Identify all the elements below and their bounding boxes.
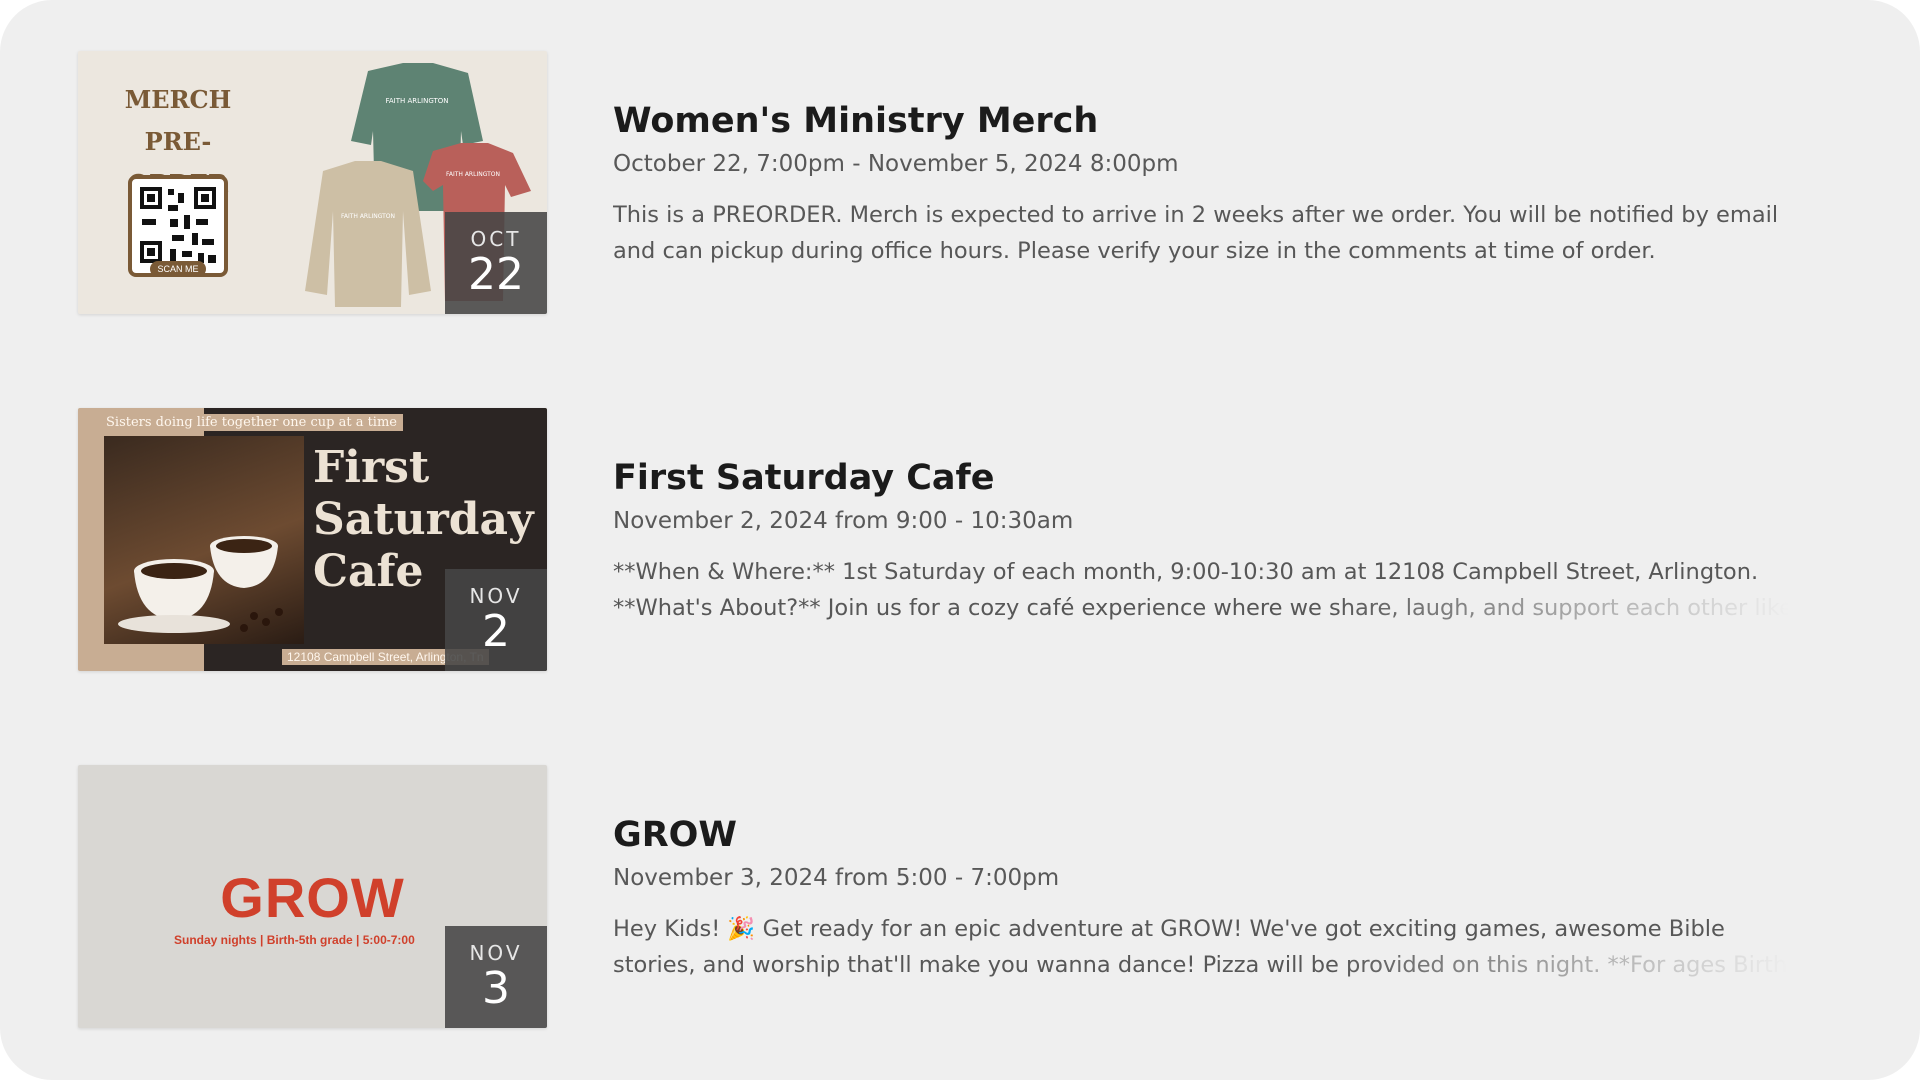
date-badge-day: 3 xyxy=(482,963,510,1014)
event-title[interactable]: First Saturday Cafe xyxy=(613,456,1813,500)
event-thumbnail[interactable]: Sisters doing life together one cup at a… xyxy=(78,408,547,671)
shirt-print-text: FAITH ARLINGTON xyxy=(385,97,448,105)
date-badge: NOV 2 xyxy=(445,569,547,671)
date-badge-day: 2 xyxy=(482,606,510,657)
event-info: Women's Ministry Merch October 22, 7:00p… xyxy=(613,99,1813,269)
thumbnail-subline: Sunday nights | Birth-5th grade | 5:00-7… xyxy=(174,933,415,947)
date-badge-day: 22 xyxy=(468,249,524,300)
event-description: Hey Kids! 🎉 Get ready for an epic advent… xyxy=(613,916,1788,978)
date-badge-month: NOV xyxy=(469,941,523,965)
event-item: Sisters doing life together one cup at a… xyxy=(78,408,1838,671)
event-description: This is a PREORDER. Merch is expected to… xyxy=(613,202,1779,264)
shirt-print-text: FAITH ARLINGTON xyxy=(446,171,500,178)
shirt-print-text: FAITH ARLINGTON xyxy=(341,213,395,220)
event-info: First Saturday Cafe November 2, 2024 fro… xyxy=(613,456,1813,626)
scan-me-label: SCAN ME xyxy=(150,261,206,277)
coffee-cups-photo xyxy=(104,436,304,644)
event-description: **When & Where:** 1st Saturday of each m… xyxy=(613,559,1793,621)
event-thumbnail[interactable]: GROW Sunday nights | Birth-5th grade | 5… xyxy=(78,765,547,1028)
event-info: GROW November 3, 2024 from 5:00 - 7:00pm… xyxy=(613,813,1813,983)
event-datetime: November 3, 2024 from 5:00 - 7:00pm xyxy=(613,865,1060,891)
events-list: MERCH PRE-ORDER xyxy=(0,0,1920,1080)
date-badge: NOV 3 xyxy=(445,926,547,1028)
event-datetime: November 2, 2024 from 9:00 - 10:30am xyxy=(613,508,1074,534)
date-badge: OCT 22 xyxy=(445,212,547,314)
date-badge-month: OCT xyxy=(470,227,522,251)
event-datetime: October 22, 7:00pm - November 5, 2024 8:… xyxy=(613,151,1179,177)
thumbnail-headline: GROW xyxy=(220,866,405,929)
event-item: GROW Sunday nights | Birth-5th grade | 5… xyxy=(78,765,1838,1028)
event-item: MERCH PRE-ORDER xyxy=(78,51,1838,314)
event-title[interactable]: GROW xyxy=(613,813,1813,857)
thumbnail-tagline: Sisters doing life together one cup at a… xyxy=(100,414,403,431)
event-title[interactable]: Women's Ministry Merch xyxy=(613,99,1813,143)
event-thumbnail[interactable]: MERCH PRE-ORDER xyxy=(78,51,547,314)
date-badge-month: NOV xyxy=(469,584,523,608)
